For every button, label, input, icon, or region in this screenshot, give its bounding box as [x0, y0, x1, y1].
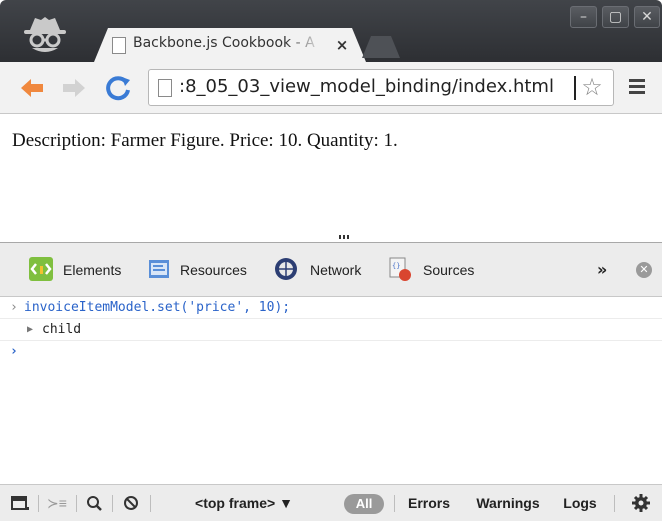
- separator: [38, 495, 39, 512]
- console-input-prompt: ›: [10, 344, 18, 359]
- console-result-row[interactable]: ▶ child: [0, 319, 662, 341]
- tab-resources[interactable]: Resources: [180, 257, 247, 283]
- minimize-button[interactable]: –: [570, 6, 597, 28]
- separator: [614, 495, 615, 512]
- console-command-text: invoiceItemModel.set('price', 10);: [24, 300, 291, 315]
- page-icon: [158, 79, 172, 97]
- tab-close-icon[interactable]: ×: [333, 35, 351, 55]
- separator: [150, 495, 151, 512]
- filter-logs-button[interactable]: Logs: [558, 485, 602, 521]
- filter-all-button[interactable]: All: [344, 494, 384, 514]
- address-bar-url[interactable]: :8_05_03_view_model_binding/index.html: [179, 76, 579, 102]
- filter-errors-button[interactable]: Errors: [402, 485, 456, 521]
- item-description-text: Description: Farmer Figure. Price: 10. Q…: [12, 130, 398, 151]
- maximize-button[interactable]: ▢: [602, 6, 629, 28]
- tab-network[interactable]: Network: [310, 257, 361, 283]
- incognito-icon: [24, 17, 66, 52]
- tab-elements[interactable]: Elements: [63, 257, 121, 283]
- separator: [394, 495, 395, 512]
- address-bar[interactable]: :8_05_03_view_model_binding/index.html ☆: [148, 69, 614, 106]
- console-input-row[interactable]: ›: [0, 341, 662, 363]
- page-favicon-icon: [112, 37, 126, 54]
- close-window-button[interactable]: ✕: [634, 6, 660, 28]
- console-panel[interactable]: › invoiceItemModel.set('price', 10); ▶ c…: [0, 297, 662, 484]
- devtools-resize-grip[interactable]: [339, 235, 349, 239]
- elements-icon[interactable]: [28, 256, 54, 282]
- clear-console-icon[interactable]: [120, 485, 142, 521]
- devtools-close-icon[interactable]: ✕: [636, 262, 652, 278]
- show-drawer-icon[interactable]: ≻≡: [44, 485, 70, 521]
- prompt-chevron-icon: ›: [10, 300, 18, 315]
- dock-side-icon[interactable]: [8, 485, 32, 521]
- network-icon[interactable]: [273, 256, 299, 282]
- tab-title[interactable]: Backbone.js Cookbook - A: [133, 35, 323, 57]
- separator: [76, 495, 77, 512]
- window-titlebar: Backbone.js Cookbook - A × – ▢ ✕: [0, 0, 662, 62]
- search-icon[interactable]: [84, 485, 106, 521]
- sources-icon[interactable]: {}: [386, 256, 412, 282]
- devtools-tabbar: Elements Resources Network {} Sources » …: [0, 242, 662, 297]
- hamburger-menu-icon[interactable]: [624, 76, 650, 100]
- more-tabs-button[interactable]: »: [597, 257, 613, 283]
- reload-icon[interactable]: [104, 74, 132, 102]
- tab-sources[interactable]: Sources: [423, 257, 474, 283]
- frame-selector-dropdown[interactable]: <top frame> ▼: [156, 485, 332, 521]
- forward-arrow-icon[interactable]: [60, 74, 88, 102]
- console-command-row: › invoiceItemModel.set('price', 10);: [0, 297, 662, 319]
- bookmark-star-icon[interactable]: ☆: [579, 74, 605, 100]
- console-result-text[interactable]: child: [42, 319, 81, 341]
- resources-icon[interactable]: [146, 256, 172, 282]
- back-arrow-icon[interactable]: [18, 74, 46, 102]
- text-caret: [574, 76, 576, 100]
- expand-triangle-icon[interactable]: ▶: [27, 319, 39, 341]
- svg-text:{}: {}: [392, 262, 400, 270]
- settings-gear-icon[interactable]: [628, 485, 654, 521]
- new-tab-button[interactable]: [362, 36, 400, 58]
- separator: [112, 495, 113, 512]
- page-viewport: Description: Farmer Figure. Price: 10. Q…: [0, 115, 662, 240]
- devtools-statusbar: ≻≡ <top frame> ▼ All Errors Warnings Log…: [0, 484, 662, 521]
- filter-warnings-button[interactable]: Warnings: [466, 485, 550, 521]
- browser-toolbar: :8_05_03_view_model_binding/index.html ☆: [0, 62, 662, 114]
